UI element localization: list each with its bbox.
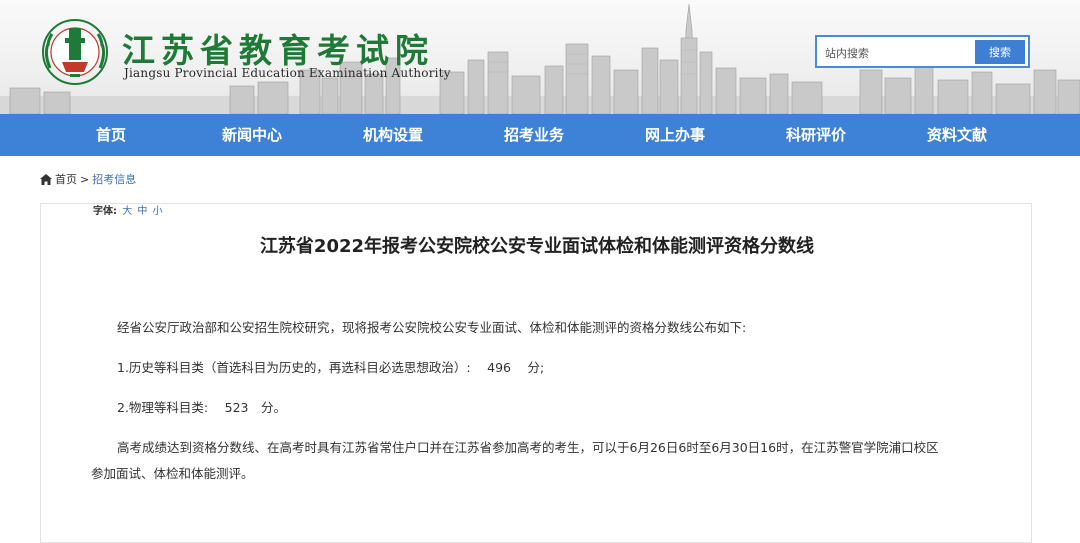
- article-paragraph-intro: 经省公安厅政治部和公安招生院校研究，现将报考公安院校公安专业面试、体检和体能测评…: [117, 320, 747, 335]
- breadcrumb: 首页 > 招考信息: [40, 170, 136, 188]
- nav-item-news[interactable]: 新闻中心: [222, 114, 282, 156]
- site-logo-subtitle: Jiangsu Provincial Education Examination…: [124, 66, 451, 80]
- breadcrumb-home[interactable]: 首页: [55, 171, 77, 187]
- search-box: 搜索: [815, 35, 1030, 68]
- nav-item-online-services[interactable]: 网上办事: [645, 114, 705, 156]
- article-paragraph-history: 1.历史等科目类（首选科目为历史的，再选科目必选思想政治）: 496 分;: [117, 360, 545, 375]
- search-input[interactable]: [823, 41, 977, 65]
- nav-item-research[interactable]: 科研评价: [786, 114, 846, 156]
- nav-item-admissions[interactable]: 招考业务: [504, 114, 564, 156]
- nav-item-resources[interactable]: 资料文献: [927, 114, 987, 156]
- breadcrumb-separator: >: [80, 172, 90, 186]
- search-button[interactable]: 搜索: [975, 40, 1025, 64]
- font-size-medium[interactable]: 中: [137, 206, 147, 217]
- main-nav: 首页 新闻中心 机构设置 招考业务 网上办事 科研评价 资料文献: [0, 114, 1080, 156]
- breadcrumb-current[interactable]: 招考信息: [92, 171, 136, 187]
- article-title: 江苏省2022年报考公安院校公安专业面试体检和体能测评资格分数线: [259, 236, 815, 257]
- nav-item-home[interactable]: 首页: [96, 114, 126, 156]
- site-logo-title[interactable]: 江苏省教育考试院: [122, 24, 434, 72]
- education-authority-emblem: [42, 19, 108, 85]
- font-size-large[interactable]: 大: [122, 206, 132, 217]
- home-icon: [40, 173, 52, 185]
- article-paragraph-eligibility: 高考成绩达到资格分数线、在高考时具有江苏省常住户口并在江苏省参加高考的考生，可以…: [117, 440, 939, 455]
- font-size-label: 字体:: [93, 206, 117, 217]
- font-size-small[interactable]: 小: [153, 206, 163, 217]
- article-paragraph-eligibility-cont: 参加面试、体检和体能测评。: [91, 466, 254, 481]
- font-size-switcher: 字体: 大 中 小: [93, 202, 163, 217]
- article-container: 字体: 大 中 小 江苏省2022年报考公安院校公安专业面试体检和体能测评资格分…: [40, 203, 1032, 543]
- article-paragraph-physics: 2.物理等科目类: 523 分。: [117, 400, 286, 415]
- nav-item-organization[interactable]: 机构设置: [363, 114, 423, 156]
- site-header: 江苏省教育考试院 Jiangsu Provincial Education Ex…: [0, 0, 1080, 114]
